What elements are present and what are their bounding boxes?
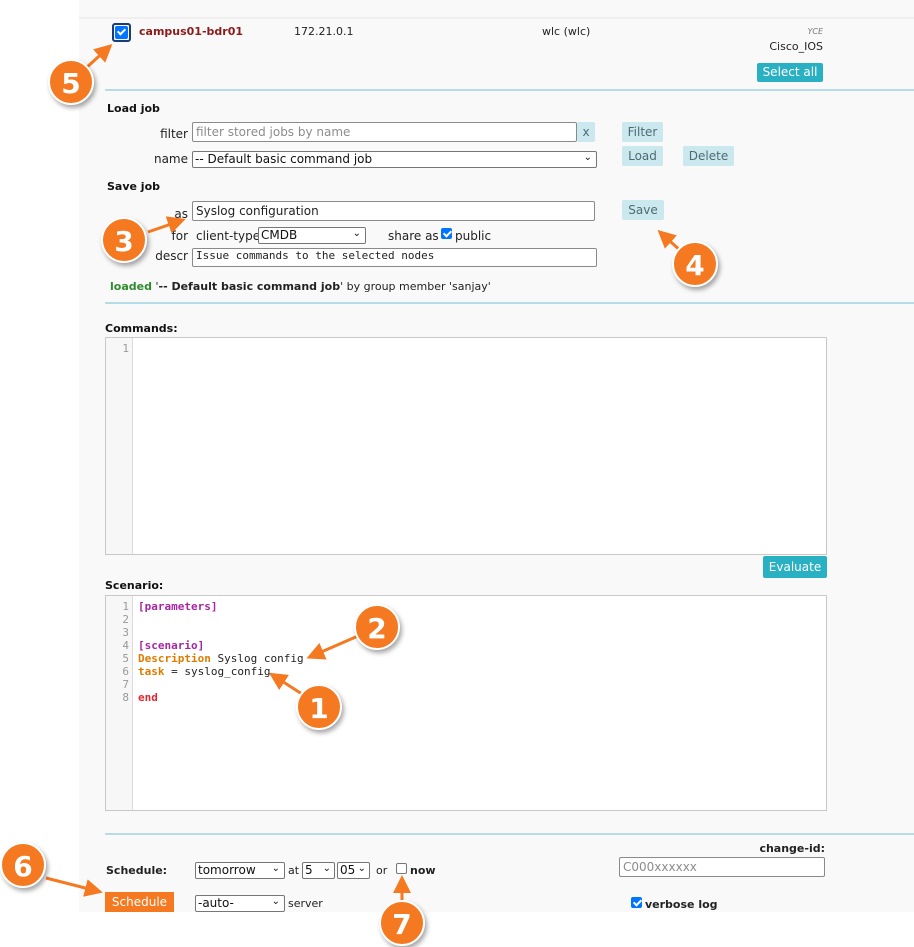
- marker-4: 4: [672, 241, 718, 287]
- marker-5: 5: [48, 59, 94, 105]
- arrow-6: [45, 876, 103, 897]
- arrow-3: [147, 216, 186, 234]
- marker-3: 3: [101, 217, 147, 263]
- marker-2: 2: [354, 604, 400, 650]
- arrow-1: [268, 672, 303, 696]
- annotation-arrows: [45, 43, 684, 906]
- arrow-5: [84, 43, 113, 70]
- marker-6: 6: [0, 842, 46, 888]
- marker-1: 1: [296, 684, 342, 730]
- arrow-2: [306, 634, 359, 660]
- marker-7: 7: [379, 900, 425, 946]
